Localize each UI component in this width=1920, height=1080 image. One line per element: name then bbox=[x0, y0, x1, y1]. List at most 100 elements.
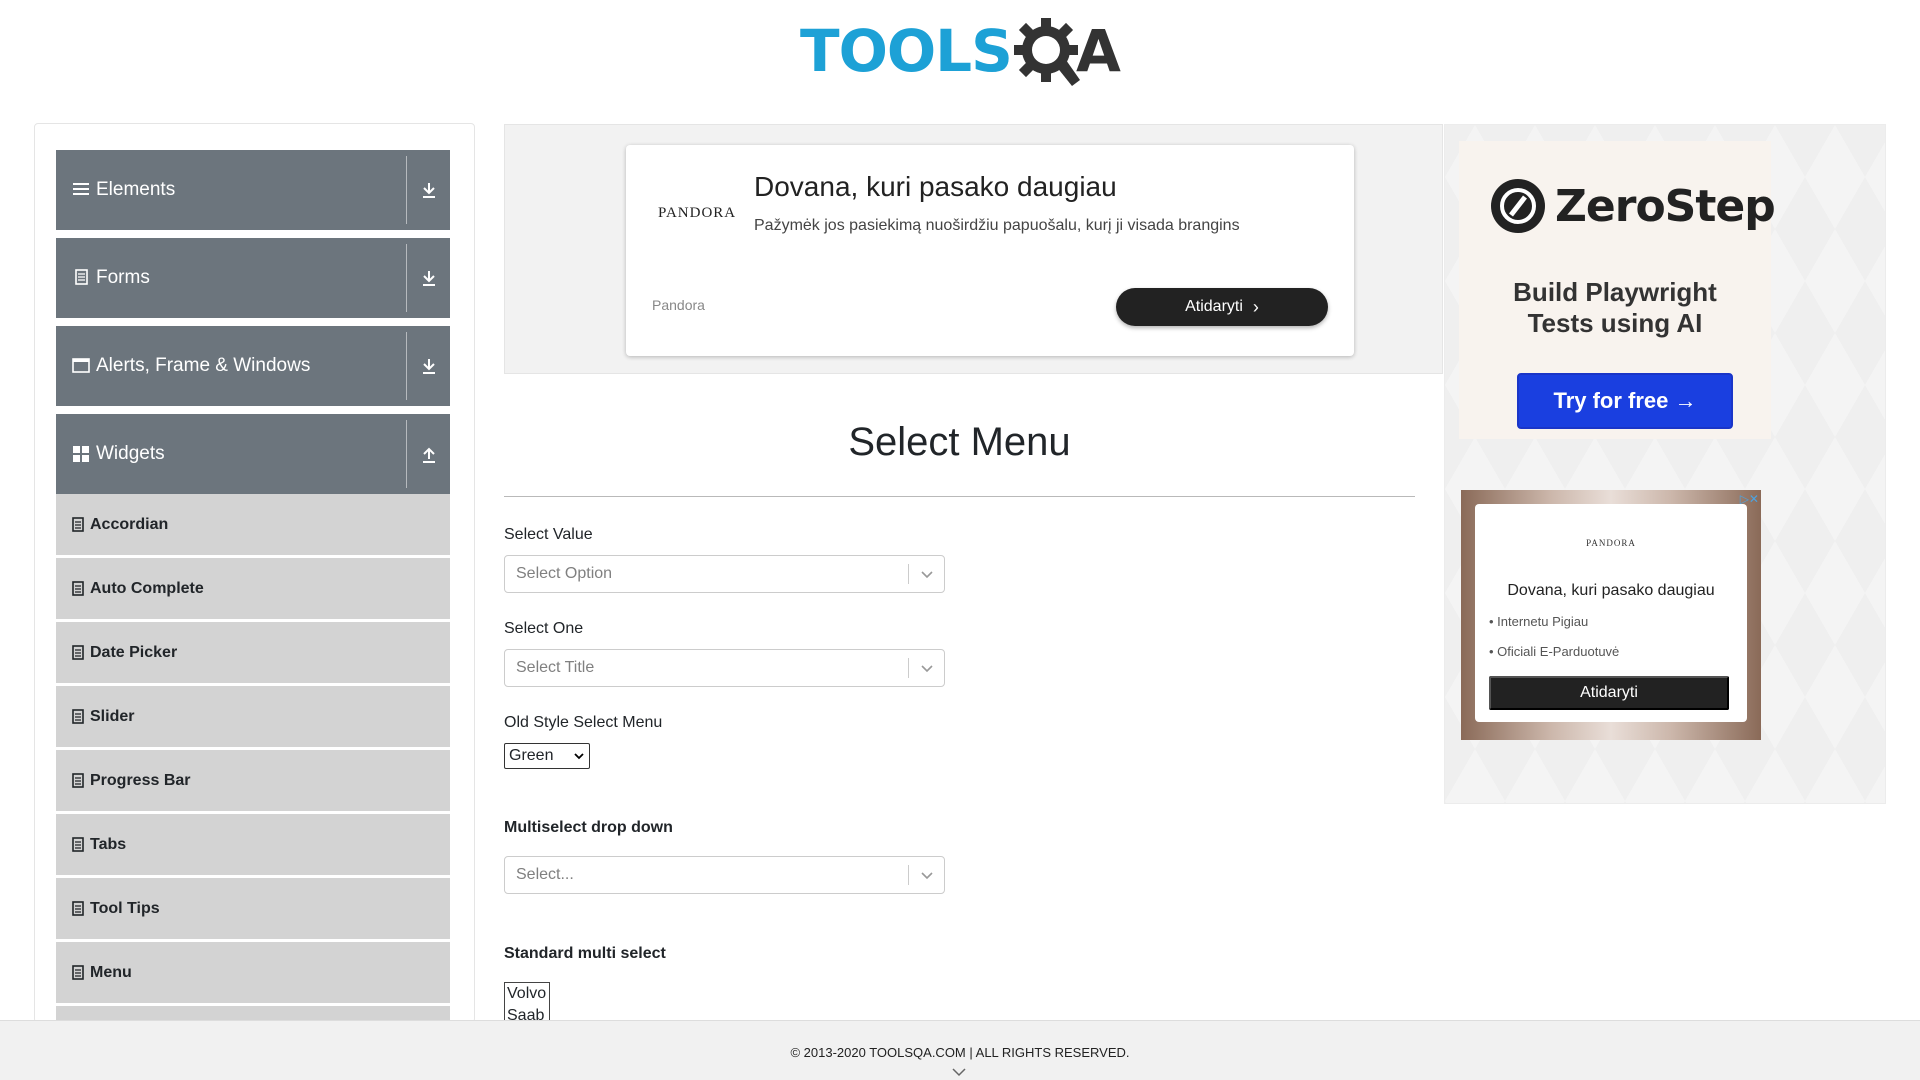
sidebar-item-label: Menu bbox=[90, 964, 132, 981]
download-arrow-icon[interactable] bbox=[420, 356, 438, 376]
sidebar-item-label: Tool Tips bbox=[90, 900, 160, 917]
ad-title: Dovana, kuri pasako daugiau bbox=[1507, 582, 1715, 599]
select-value-placeholder: Select Option bbox=[516, 565, 613, 582]
old-style-select-label: Old Style Select Menu bbox=[504, 714, 663, 731]
sidebar-group-forms[interactable]: Forms bbox=[56, 238, 450, 318]
ad-open-label: Atidaryti bbox=[1185, 298, 1243, 315]
ad-open-button[interactable]: Atidaryti bbox=[1489, 676, 1729, 710]
title-divider bbox=[504, 496, 1415, 497]
sidebar-item-slider[interactable]: Slider bbox=[56, 686, 450, 748]
top-ad-banner: PANDORA Dovana, kuri pasako daugiau Pažy… bbox=[504, 124, 1443, 374]
ad-open-button[interactable]: Atidaryti › bbox=[1116, 288, 1328, 326]
standard-multi-select-label: Standard multi select bbox=[504, 945, 666, 962]
multiselect-placeholder: Select... bbox=[516, 866, 574, 883]
select-one-placeholder: Select Title bbox=[516, 659, 595, 676]
ad-bullet: • Internetu Pigiau bbox=[1489, 614, 1589, 629]
chevron-down-icon[interactable] bbox=[951, 1067, 967, 1077]
sidebar-group-label: Alerts, Frame & Windows bbox=[96, 355, 311, 376]
divider bbox=[406, 156, 407, 224]
divider bbox=[406, 332, 407, 400]
top-ad-card[interactable]: PANDORA Dovana, kuri pasako daugiau Pažy… bbox=[626, 145, 1354, 356]
site-header: TOOLS A bbox=[0, 0, 1920, 110]
footer: © 2013-2020 TOOLSQA.COM | ALL RIGHTS RES… bbox=[0, 1020, 1920, 1080]
pandora-logo: PANDORA bbox=[658, 205, 737, 221]
pandora-side-ad-card: PANDORA Dovana, kuri pasako daugiau • In… bbox=[1475, 504, 1747, 722]
sidebar-item-menu[interactable]: Menu bbox=[56, 942, 450, 1004]
chevron-down-icon[interactable] bbox=[920, 661, 934, 675]
divider bbox=[406, 420, 407, 488]
sidebar-item-auto-complete[interactable]: Auto Complete bbox=[56, 558, 450, 620]
sidebar-item-label: Slider bbox=[90, 708, 135, 725]
document-icon bbox=[72, 773, 84, 788]
zerostep-tagline: Build Playwright Tests using AI bbox=[1459, 277, 1771, 339]
sidebar-item-progress-bar[interactable]: Progress Bar bbox=[56, 750, 450, 812]
zerostep-ad[interactable]: ZeroStep Build Playwright Tests using AI… bbox=[1459, 141, 1776, 439]
zerostep-logo-icon bbox=[1491, 179, 1545, 233]
download-arrow-icon[interactable] bbox=[420, 268, 438, 288]
zerostep-tagline-line2: Tests using AI bbox=[1527, 308, 1703, 338]
select-one-label: Select One bbox=[504, 620, 584, 637]
old-style-select[interactable]: Green bbox=[504, 743, 590, 769]
document-icon bbox=[72, 837, 84, 852]
hamburger-icon bbox=[73, 183, 89, 195]
dropdown-separator bbox=[908, 658, 909, 678]
sidebar-item-label: Progress Bar bbox=[90, 772, 191, 789]
sidebar-group-label: Widgets bbox=[96, 443, 165, 464]
standard-multi-select[interactable]: Volvo Saab bbox=[504, 982, 550, 1022]
upload-arrow-icon[interactable] bbox=[420, 444, 438, 464]
sidebar-item-tool-tips[interactable]: Tool Tips bbox=[56, 878, 450, 940]
select-value-dropdown[interactable]: Select Option bbox=[504, 555, 945, 593]
pandora-logo: PANDORA bbox=[1586, 538, 1636, 548]
sidebar-group-elements[interactable]: Elements bbox=[56, 150, 450, 230]
sidebar-item-label: Date Picker bbox=[90, 644, 178, 661]
right-ad-column: ZeroStep Build Playwright Tests using AI… bbox=[1444, 124, 1886, 804]
grid-icon bbox=[73, 446, 89, 462]
footer-copyright: © 2013-2020 TOOLSQA.COM | ALL RIGHTS RES… bbox=[790, 1045, 1130, 1060]
document-icon bbox=[72, 901, 84, 916]
ad-brand: Pandora bbox=[652, 297, 705, 313]
dropdown-separator bbox=[908, 564, 909, 584]
sidebar-group-alerts[interactable]: Alerts, Frame & Windows bbox=[56, 326, 450, 406]
chevron-down-icon[interactable] bbox=[920, 868, 934, 882]
document-icon bbox=[75, 269, 88, 285]
pandora-side-ad[interactable]: ▷✕ PANDORA Dovana, kuri pasako daugiau •… bbox=[1461, 490, 1761, 740]
chevron-down-icon bbox=[574, 753, 584, 760]
multi-option-volvo[interactable]: Volvo bbox=[505, 983, 549, 1005]
download-arrow-icon[interactable] bbox=[420, 180, 438, 200]
chevron-right-icon: › bbox=[1252, 296, 1259, 317]
document-icon bbox=[72, 645, 84, 660]
sidebar-item-label: Tabs bbox=[90, 836, 127, 853]
sidebar-group-label: Elements bbox=[96, 179, 176, 200]
sidebar-item-accordian[interactable]: Accordian bbox=[56, 494, 450, 556]
page-title: Select Menu bbox=[848, 420, 1071, 464]
chevron-down-icon[interactable] bbox=[920, 567, 934, 581]
zerostep-name: ZeroStep bbox=[1555, 181, 1776, 232]
document-icon bbox=[72, 709, 84, 724]
sidebar-item-tabs[interactable]: Tabs bbox=[56, 814, 450, 876]
old-style-select-value: Green bbox=[509, 747, 554, 764]
logo-suffix: A bbox=[1076, 17, 1121, 85]
document-icon bbox=[72, 517, 84, 532]
logo-text: TOOLS bbox=[800, 17, 1013, 85]
divider bbox=[406, 244, 407, 312]
sidebar-group-label: Forms bbox=[96, 267, 150, 288]
ad-bullet: • Oficiali E-Parduotuvė bbox=[1489, 644, 1620, 659]
select-value-label: Select Value bbox=[504, 526, 593, 543]
try-for-free-button[interactable]: Try for free → bbox=[1517, 373, 1733, 429]
sidebar-item-date-picker[interactable]: Date Picker bbox=[56, 622, 450, 684]
select-one-dropdown[interactable]: Select Title bbox=[504, 649, 945, 687]
document-icon bbox=[72, 965, 84, 980]
document-icon bbox=[72, 581, 84, 596]
sidebar-item-label: Auto Complete bbox=[90, 580, 204, 597]
window-icon bbox=[72, 358, 90, 373]
toolsqa-logo[interactable]: TOOLS A bbox=[800, 14, 1126, 94]
ad-title: Dovana, kuri pasako daugiau bbox=[754, 171, 1117, 202]
multiselect-dropdown[interactable]: Select... bbox=[504, 856, 945, 894]
zerostep-tagline-line1: Build Playwright bbox=[1513, 277, 1717, 307]
ad-description: Pažymėk jos pasiekimą nuoširdžiu papuoša… bbox=[754, 217, 1240, 234]
dropdown-separator bbox=[908, 865, 909, 885]
multiselect-label: Multiselect drop down bbox=[504, 819, 673, 836]
sidebar-group-widgets[interactable]: Widgets bbox=[56, 414, 450, 494]
sidebar: Elements Forms Alerts, Frame & Windows W… bbox=[34, 123, 475, 1023]
gear-magnifier-icon bbox=[1014, 18, 1080, 86]
